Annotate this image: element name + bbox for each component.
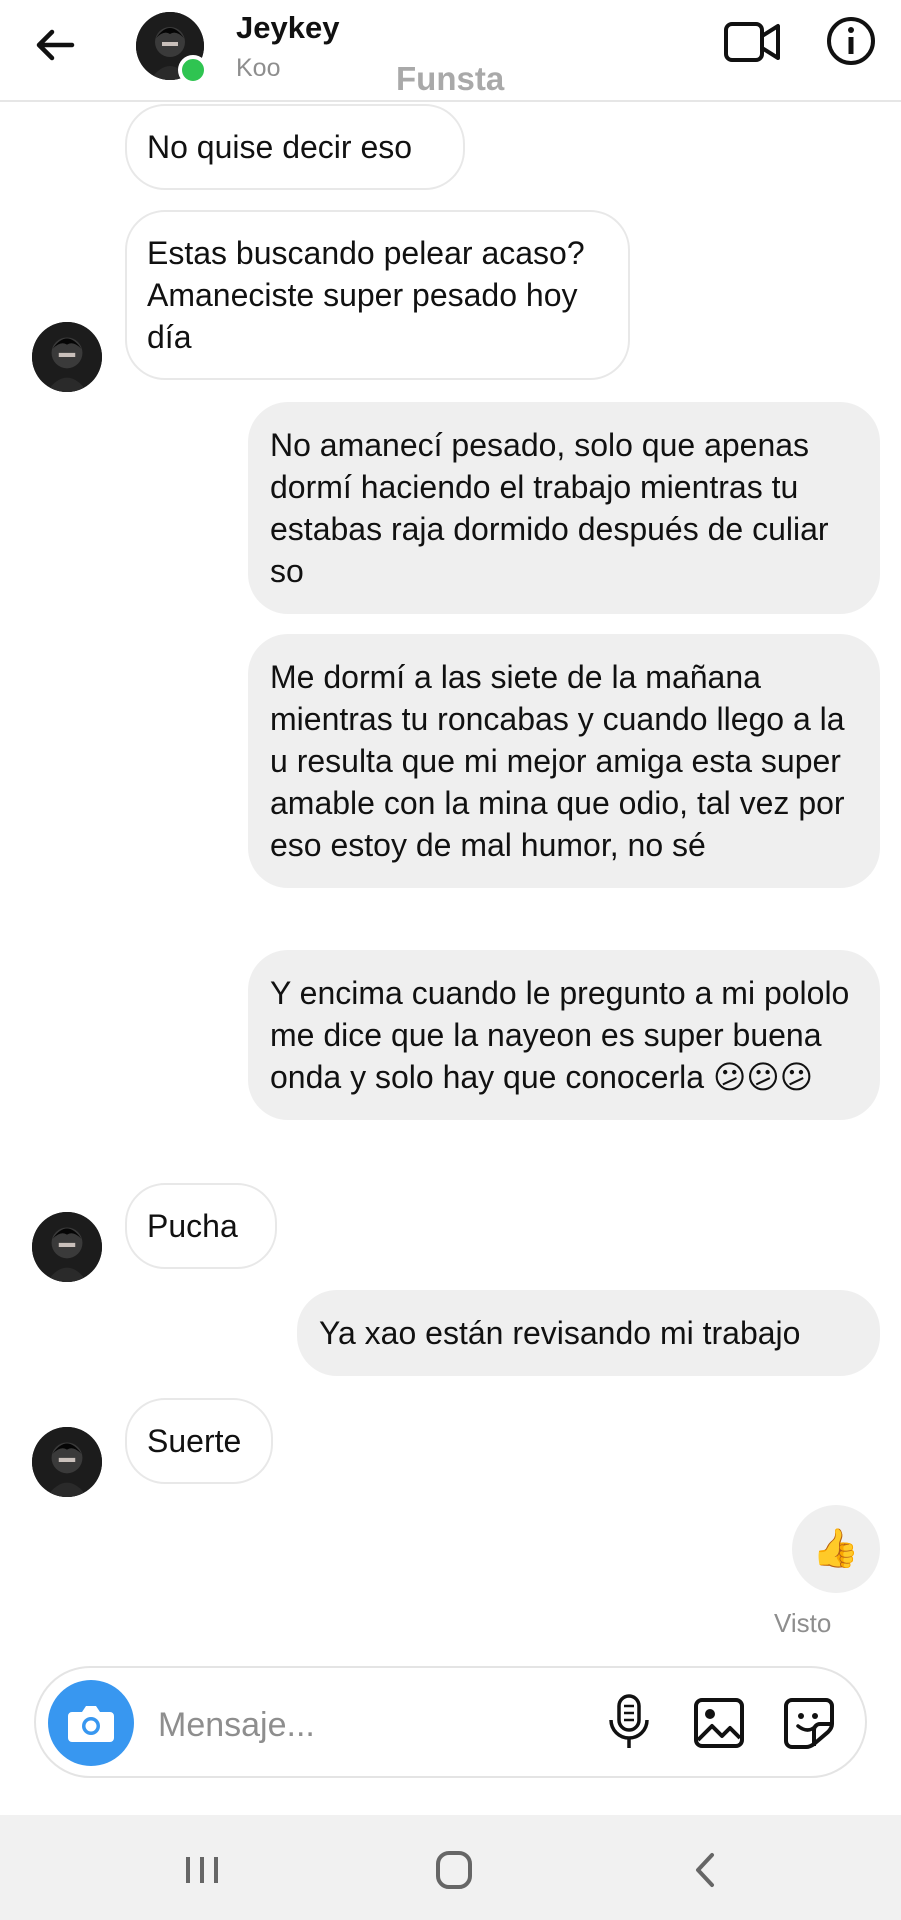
avatar-image [32, 1427, 102, 1497]
avatar-image [32, 1212, 102, 1282]
message-bubble-incoming[interactable]: No quise decir eso [125, 104, 465, 190]
message-bubble-incoming[interactable]: Pucha [125, 1183, 277, 1269]
contact-username: Koo [236, 54, 281, 82]
online-status-indicator [178, 55, 208, 85]
video-call-icon[interactable] [722, 16, 782, 68]
back-arrow-icon[interactable] [30, 20, 80, 70]
thumbs-up-emoji: 👍 [812, 1528, 860, 1570]
sender-avatar[interactable] [32, 322, 102, 392]
sticker-icon[interactable] [782, 1696, 836, 1750]
home-icon[interactable] [424, 1845, 484, 1895]
sender-avatar[interactable] [32, 1427, 102, 1497]
message-bubble-outgoing[interactable]: Y encima cuando le pregunto a mi pololo … [248, 950, 880, 1120]
camera-icon [68, 1706, 114, 1742]
avatar-image [32, 322, 102, 392]
message-bubble-outgoing[interactable]: 👍 [792, 1505, 880, 1593]
message-bubble-incoming[interactable]: Estas buscando pelear acaso? Amaneciste … [125, 210, 630, 380]
message-input[interactable] [156, 1696, 580, 1754]
recent-apps-icon[interactable] [172, 1845, 232, 1895]
seen-status: Visto [774, 1608, 832, 1638]
message-bubble-outgoing[interactable]: Ya xao están revisando mi trabajo [297, 1290, 880, 1376]
camera-button[interactable] [48, 1680, 134, 1766]
sender-avatar[interactable] [32, 1212, 102, 1282]
overlay-label: Funsta [396, 60, 505, 97]
back-icon[interactable] [676, 1845, 736, 1895]
contact-name[interactable]: Jeykey [236, 10, 339, 46]
message-bubble-incoming[interactable]: Suerte [125, 1398, 273, 1484]
microphone-icon[interactable] [604, 1692, 654, 1752]
info-icon[interactable] [824, 14, 878, 68]
gallery-icon[interactable] [692, 1696, 746, 1750]
message-bubble-outgoing[interactable]: No amanecí pesado, solo que apenas dormí… [248, 402, 880, 614]
message-bubble-outgoing[interactable]: Me dormí a las siete de la mañana mientr… [248, 634, 880, 888]
